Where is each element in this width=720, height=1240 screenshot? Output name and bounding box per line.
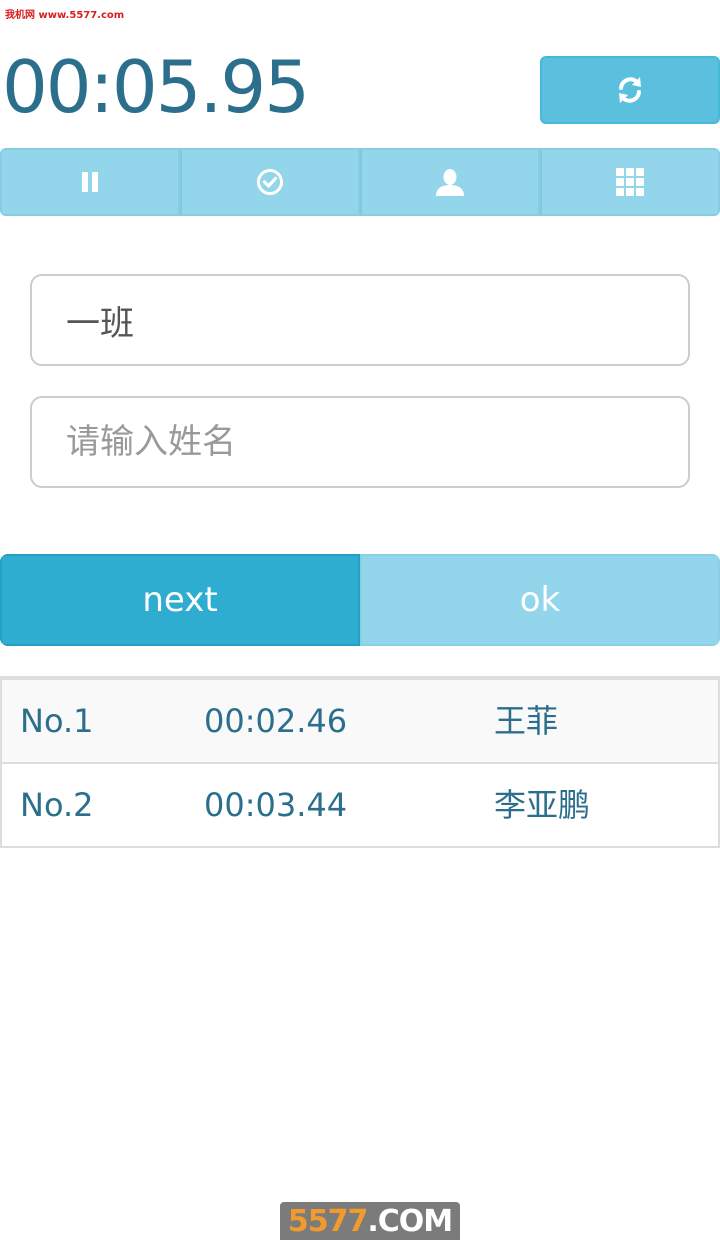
refresh-icon bbox=[619, 77, 641, 103]
ok-button[interactable]: ok bbox=[360, 554, 720, 646]
pause-icon bbox=[82, 172, 98, 192]
watermark-number: 5577 bbox=[287, 1203, 368, 1239]
action-buttons: next ok bbox=[0, 554, 720, 646]
record-name: 王菲 bbox=[494, 702, 559, 740]
record-number: No.2 bbox=[20, 786, 94, 824]
check-circle-icon bbox=[257, 169, 283, 195]
records-table: No.1 00:02.46 王菲 No.2 00:03.44 李亚鹏 bbox=[0, 676, 720, 848]
record-time: 00:02.46 bbox=[204, 702, 348, 740]
name-input[interactable] bbox=[30, 396, 690, 488]
user-button[interactable] bbox=[360, 148, 540, 216]
reset-button[interactable] bbox=[540, 56, 720, 124]
toolbar bbox=[0, 148, 720, 216]
table-row: No.1 00:02.46 王菲 bbox=[2, 680, 718, 764]
table-row: No.2 00:03.44 李亚鹏 bbox=[2, 764, 718, 848]
watermark-bottom: 5577 .COM bbox=[280, 1202, 460, 1240]
pause-button[interactable] bbox=[0, 148, 180, 216]
record-number: No.1 bbox=[20, 702, 94, 740]
next-button[interactable]: next bbox=[0, 554, 360, 646]
watermark-top: 我机网 www.5577.com bbox=[5, 10, 125, 21]
class-input[interactable] bbox=[30, 274, 690, 366]
user-icon bbox=[436, 169, 464, 196]
watermark-domain: .COM bbox=[367, 1203, 453, 1239]
grid-button[interactable] bbox=[540, 148, 720, 216]
grid-icon bbox=[616, 168, 644, 196]
record-button[interactable] bbox=[180, 148, 360, 216]
record-name: 李亚鹏 bbox=[494, 786, 591, 824]
stopwatch-display: 00:05.95 bbox=[2, 45, 310, 129]
record-time: 00:03.44 bbox=[204, 786, 348, 824]
